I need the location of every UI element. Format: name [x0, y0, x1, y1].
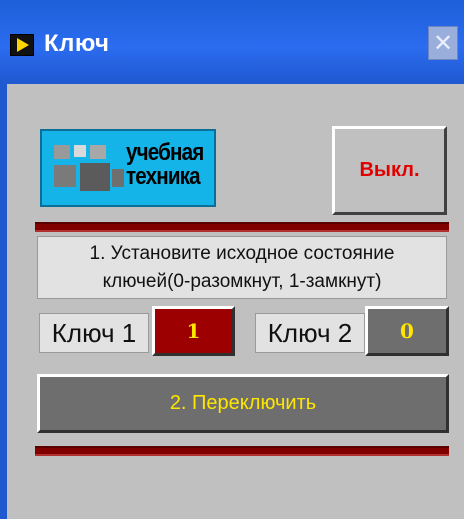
top-separator	[35, 222, 449, 232]
bottom-separator	[35, 446, 449, 456]
power-off-button[interactable]: Выкл.	[332, 126, 447, 215]
key1-label: Ключ 1	[39, 313, 149, 353]
app-window: Ключ ✕ учебная техника Выкл. 1. Установи…	[0, 0, 464, 519]
window-title: Ключ	[44, 30, 110, 57]
instruction-line1: 1. Установите исходное состояние	[89, 243, 395, 264]
key1-toggle[interactable]: 1	[152, 306, 235, 356]
window-left-border	[0, 84, 7, 519]
logo-text-line2: техника	[126, 163, 201, 190]
key2-label: Ключ 2	[255, 313, 365, 353]
labview-vi-icon	[10, 34, 34, 56]
brand-logo: учебная техника	[40, 129, 216, 207]
front-panel: учебная техника Выкл. 1. Установите исхо…	[7, 84, 464, 519]
logo-squares-icon	[54, 143, 124, 197]
key2-toggle[interactable]: 0	[365, 306, 449, 356]
logo-text: учебная техника	[126, 139, 204, 190]
instruction-text: 1. Установите исходное состояние ключей(…	[37, 236, 447, 299]
logo-text-line1: учебная	[126, 139, 204, 166]
switch-button[interactable]: 2. Переключить	[37, 374, 449, 433]
instruction-line2: ключей(0-разомкнут, 1-замкнут)	[102, 271, 382, 292]
title-bar[interactable]: Ключ ✕	[0, 0, 464, 84]
close-button[interactable]: ✕	[428, 26, 458, 60]
